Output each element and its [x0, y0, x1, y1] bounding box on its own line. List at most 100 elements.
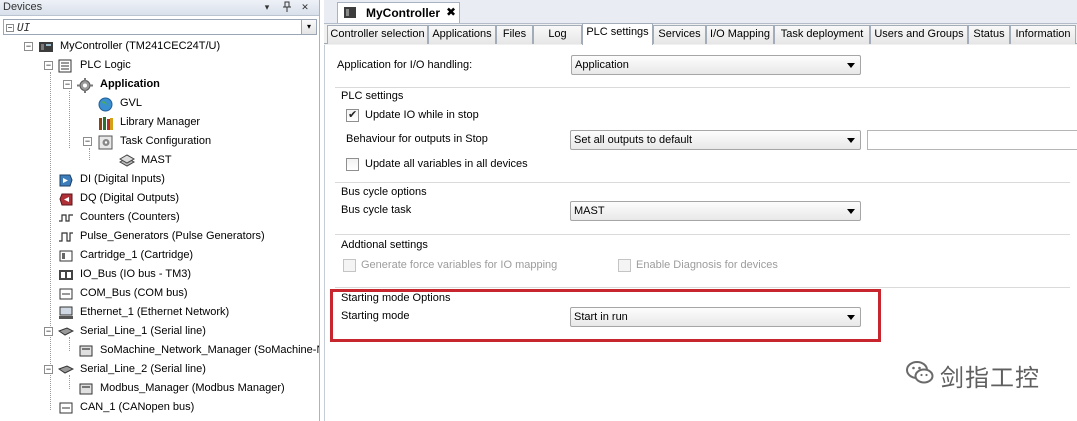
- tree-item-label: CAN_1 (CANopen bus): [80, 401, 195, 413]
- tree-item-di[interactable]: DI (Digital Inputs): [58, 171, 319, 190]
- tree-guide-line: [69, 91, 70, 148]
- divider: [335, 87, 1070, 88]
- controller-icon: [343, 6, 357, 19]
- tab-applications[interactable]: Applications: [428, 25, 496, 44]
- tree-item-label: Cartridge_1 (Cartridge): [80, 249, 194, 261]
- tab-services[interactable]: Services: [653, 25, 706, 44]
- tree-item-plc-logic[interactable]: − PLC Logic: [44, 57, 319, 76]
- force-variables-label: Generate force variables for IO mapping: [361, 259, 558, 271]
- tree-item-cartridge[interactable]: Cartridge_1 (Cartridge): [58, 247, 319, 266]
- tree-item-library-manager[interactable]: Library Manager: [98, 114, 319, 133]
- chevron-down-icon: [847, 315, 855, 320]
- document-tab-label: MyController: [366, 6, 441, 20]
- tree-item-counters[interactable]: Counters (Counters): [58, 209, 319, 228]
- document-tab-strip: MyController ✖: [324, 0, 1077, 24]
- tree-item-label: Counters (Counters): [80, 211, 180, 223]
- collapse-toggle-icon[interactable]: −: [44, 327, 53, 336]
- task-config-icon: [98, 135, 113, 150]
- tree-item-label: SoMachine_Network_Manager (SoMachine-Net…: [100, 344, 319, 356]
- tree-item-serial-line-2[interactable]: − Serial_Line_2 (Serial line): [44, 361, 319, 380]
- collapse-toggle-icon[interactable]: −: [44, 365, 53, 374]
- pin-icon[interactable]: [280, 1, 294, 14]
- tab-task-deployment[interactable]: Task deployment: [774, 25, 870, 44]
- tree-item-task-configuration[interactable]: − Task Configuration: [83, 133, 319, 152]
- serial-line-icon: [57, 325, 75, 339]
- close-icon[interactable]: ✖: [446, 5, 456, 19]
- update-io-label: Update IO while in stop: [365, 109, 479, 121]
- starting-mode-label: Starting mode: [341, 310, 410, 322]
- starting-mode-section-title: Starting mode Options: [341, 292, 451, 304]
- tree-item-label: Serial_Line_1 (Serial line): [80, 325, 206, 337]
- divider: [335, 287, 1070, 288]
- tab-status[interactable]: Status: [968, 25, 1010, 44]
- digital-input-icon: [58, 173, 73, 187]
- tree-item-ethernet[interactable]: Ethernet_1 (Ethernet Network): [58, 304, 319, 323]
- app-io-label: Application for I/O handling:: [337, 59, 473, 71]
- tree-item-label: Pulse_Generators (Pulse Generators): [80, 230, 265, 242]
- close-icon[interactable]: ✕: [298, 1, 312, 14]
- editor-tabs: Controller selection Applications Files …: [324, 23, 1077, 45]
- devices-pane-header: Devices ▾ ✕: [0, 0, 319, 16]
- tree-item-gvl[interactable]: GVL: [98, 95, 319, 114]
- tab-users-and-groups[interactable]: Users and Groups: [870, 25, 968, 44]
- collapse-toggle-icon[interactable]: −: [63, 80, 72, 89]
- tab-io-mapping[interactable]: I/O Mapping: [706, 25, 774, 44]
- counter-icon: [58, 211, 73, 225]
- bus-cycle-task-select[interactable]: MAST: [570, 201, 861, 221]
- divider: [335, 182, 1070, 183]
- tree-item-mast[interactable]: MAST: [118, 152, 319, 171]
- plc-logic-icon: [58, 59, 73, 73]
- can-bus-icon: [58, 401, 73, 415]
- tab-controller-selection[interactable]: Controller selection: [327, 25, 428, 44]
- tree-item-label: Ethernet_1 (Ethernet Network): [80, 306, 230, 318]
- controller-icon: [38, 40, 53, 54]
- collapse-toggle-icon[interactable]: −: [24, 42, 33, 51]
- chevron-down-icon: [847, 63, 855, 68]
- device-filter-combo[interactable]: − UI ▾: [3, 19, 317, 35]
- tree-item-modbus-manager[interactable]: Modbus_Manager (Modbus Manager): [78, 380, 319, 399]
- devices-pane-title: Devices: [3, 1, 43, 13]
- tree-item-label: MAST: [141, 154, 172, 166]
- tree-item-pulse-generators[interactable]: Pulse_Generators (Pulse Generators): [58, 228, 319, 247]
- collapse-toggle-icon[interactable]: −: [83, 137, 92, 146]
- behaviour-outputs-select[interactable]: Set all outputs to default: [570, 130, 861, 150]
- additional-settings-section-title: Addtional settings: [341, 239, 428, 251]
- tree-item-serial-line-1[interactable]: − Serial_Line_1 (Serial line): [44, 323, 319, 342]
- tree-item-network-manager[interactable]: SoMachine_Network_Manager (SoMachine-Net…: [78, 342, 319, 361]
- document-tab-mycontroller[interactable]: MyController ✖: [337, 2, 460, 23]
- tree-item-mycontroller[interactable]: − MyController (TM241CEC24T/U): [24, 38, 319, 57]
- tab-information[interactable]: Information: [1010, 25, 1076, 44]
- cartridge-icon: [58, 249, 73, 263]
- tree-item-label: MyController (TM241CEC24T/U): [60, 40, 221, 52]
- force-variables-checkbox: [343, 259, 356, 272]
- behaviour-outputs-extra-field[interactable]: [867, 130, 1077, 150]
- tree-item-com-bus[interactable]: COM_Bus (COM bus): [58, 285, 319, 304]
- collapse-toggle-icon[interactable]: −: [6, 24, 14, 32]
- tree-item-dq[interactable]: DQ (Digital Outputs): [58, 190, 319, 209]
- application-gear-icon: [77, 78, 93, 93]
- tree-item-can[interactable]: CAN_1 (CANopen bus): [58, 399, 319, 418]
- tree-guide-line: [50, 72, 51, 410]
- tree-item-label: IO_Bus (IO bus - TM3): [80, 268, 192, 280]
- tree-item-label: Library Manager: [120, 116, 201, 128]
- tab-plc-settings[interactable]: PLC settings: [582, 23, 653, 45]
- app-io-select[interactable]: Application: [571, 55, 861, 75]
- pulse-icon: [58, 230, 73, 244]
- checkmark-icon: ✔: [348, 109, 358, 121]
- tree-item-label: Serial_Line_2 (Serial line): [80, 363, 206, 375]
- tree-item-label: COM_Bus (COM bus): [80, 287, 188, 299]
- tree-item-io-bus[interactable]: IO_Bus (IO bus - TM3): [58, 266, 319, 285]
- chevron-down-icon[interactable]: ▾: [301, 20, 316, 34]
- tab-log[interactable]: Log: [533, 25, 582, 44]
- tree-item-application[interactable]: − Application: [63, 76, 319, 95]
- starting-mode-select[interactable]: Start in run: [570, 307, 861, 327]
- update-all-variables-label: Update all variables in all devices: [365, 158, 528, 170]
- chevron-down-icon: [847, 209, 855, 214]
- device-filter-value: UI: [17, 21, 31, 34]
- tree-item-label: DI (Digital Inputs): [80, 173, 165, 185]
- collapse-toggle-icon[interactable]: −: [44, 61, 53, 70]
- pane-menu-icon[interactable]: ▾: [260, 1, 274, 14]
- update-io-checkbox[interactable]: ✔: [346, 109, 359, 122]
- tab-files[interactable]: Files: [496, 25, 533, 44]
- update-all-variables-checkbox[interactable]: [346, 158, 359, 171]
